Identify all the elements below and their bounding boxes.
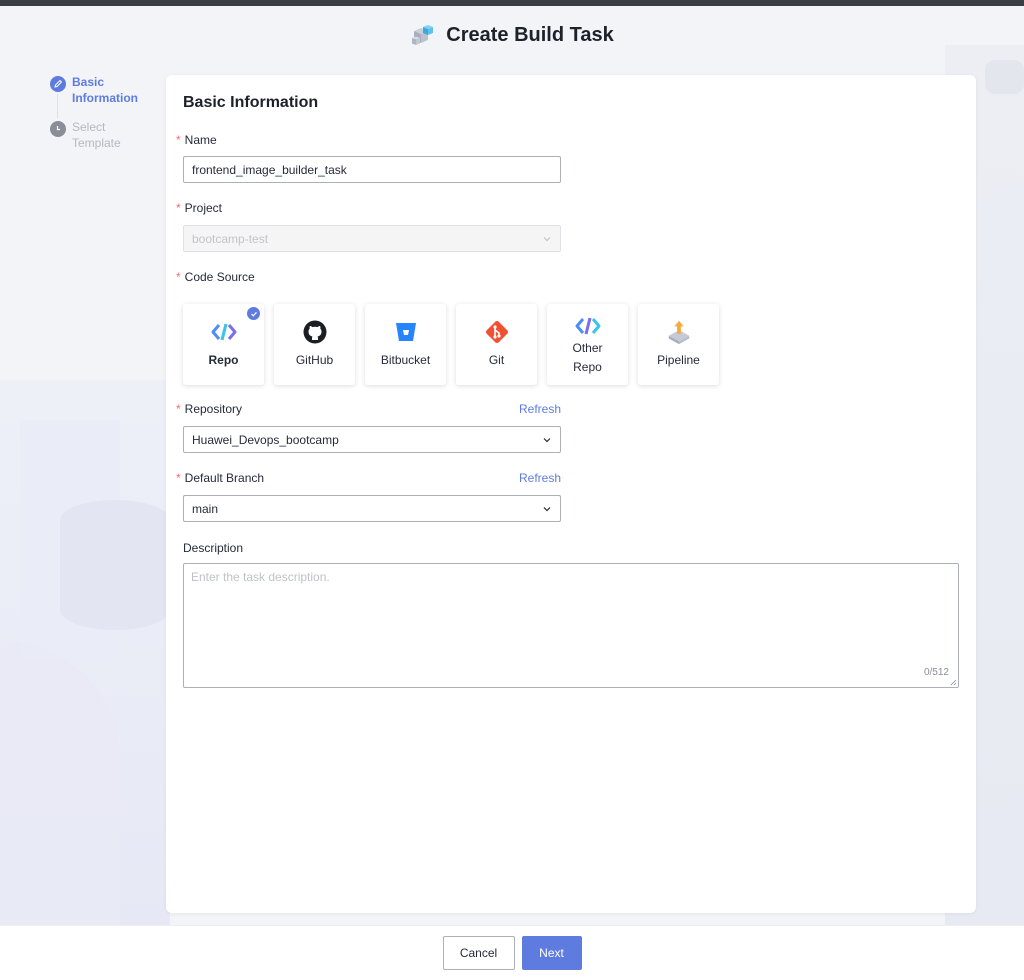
section-title: Basic Information xyxy=(183,94,319,111)
chevron-down-icon xyxy=(543,237,551,242)
description-placeholder: Enter the task description. xyxy=(191,570,330,584)
footer-actions: Cancel Next xyxy=(0,925,1024,980)
resize-handle-icon[interactable] xyxy=(950,679,957,686)
git-icon xyxy=(484,319,510,345)
source-label: Pipeline xyxy=(657,353,700,367)
source-option-other-repo[interactable]: Other Repo xyxy=(547,304,628,385)
source-option-git[interactable]: Git xyxy=(456,304,537,385)
character-counter: 0/512 xyxy=(923,667,949,678)
source-option-repo[interactable]: Repo xyxy=(183,304,264,385)
page-title: Create Build Task xyxy=(446,23,614,46)
pipeline-icon xyxy=(666,319,692,345)
source-label: GitHub xyxy=(295,353,334,367)
repository-label: * Repository xyxy=(176,402,243,416)
repository-select[interactable]: Huawei_Devops_bootcamp xyxy=(183,426,561,453)
background-decoration xyxy=(0,640,120,930)
wizard-steps: Basic Information Select Template xyxy=(50,74,160,151)
branch-refresh-link[interactable]: Refresh xyxy=(519,471,561,485)
background-decoration xyxy=(985,60,1024,94)
source-label: Git xyxy=(488,353,505,367)
description-label: Description xyxy=(183,541,244,555)
chevron-down-icon xyxy=(543,507,551,512)
next-button[interactable]: Next xyxy=(521,936,582,970)
background-decoration xyxy=(20,420,120,660)
default-branch-select[interactable]: main xyxy=(183,495,561,522)
repo-icon xyxy=(211,319,237,345)
required-mark: * xyxy=(176,201,181,215)
step-label: Basic Information xyxy=(72,75,138,105)
other-repo-icon xyxy=(575,313,601,339)
code-source-options: Repo GitHub Bitbucket Git Other Repo Pip… xyxy=(183,304,719,385)
cancel-button[interactable]: Cancel xyxy=(442,936,515,970)
source-label: Repo xyxy=(208,353,239,367)
required-mark: * xyxy=(176,133,181,147)
source-option-pipeline[interactable]: Pipeline xyxy=(638,304,719,385)
background-decoration xyxy=(60,500,170,630)
step-select-template[interactable]: Select Template xyxy=(50,119,160,151)
source-label: Bitbucket xyxy=(380,353,431,367)
name-label: * Name xyxy=(176,133,217,147)
edit-icon xyxy=(50,76,66,92)
required-mark: * xyxy=(176,270,181,284)
source-label: Other Repo xyxy=(572,340,603,374)
step-basic-information[interactable]: Basic Information xyxy=(50,74,160,106)
step-connector xyxy=(57,94,58,118)
project-select[interactable]: bootcamp-test xyxy=(183,225,561,252)
github-icon xyxy=(302,319,328,345)
required-mark: * xyxy=(176,471,181,485)
build-task-logo-icon xyxy=(412,25,434,45)
basic-information-form: Basic Information * Name frontend_image_b… xyxy=(166,75,976,913)
page-header: Create Build Task xyxy=(0,18,1024,52)
check-icon xyxy=(247,307,260,320)
clock-icon xyxy=(50,121,66,137)
top-bar xyxy=(0,0,1024,6)
source-option-bitbucket[interactable]: Bitbucket xyxy=(365,304,446,385)
project-label: * Project xyxy=(176,201,223,215)
bitbucket-icon xyxy=(393,319,419,345)
repository-refresh-link[interactable]: Refresh xyxy=(519,402,561,416)
name-input[interactable]: frontend_image_builder_task xyxy=(183,156,561,183)
default-branch-label: * Default Branch xyxy=(176,471,265,485)
required-mark: * xyxy=(176,402,181,416)
chevron-down-icon xyxy=(543,438,551,443)
description-textarea[interactable]: Enter the task description. 0/512 xyxy=(183,563,959,688)
code-source-label: * Code Source xyxy=(176,270,255,284)
source-option-github[interactable]: GitHub xyxy=(274,304,355,385)
step-label: Select Template xyxy=(72,120,121,150)
background-decoration xyxy=(0,380,170,930)
